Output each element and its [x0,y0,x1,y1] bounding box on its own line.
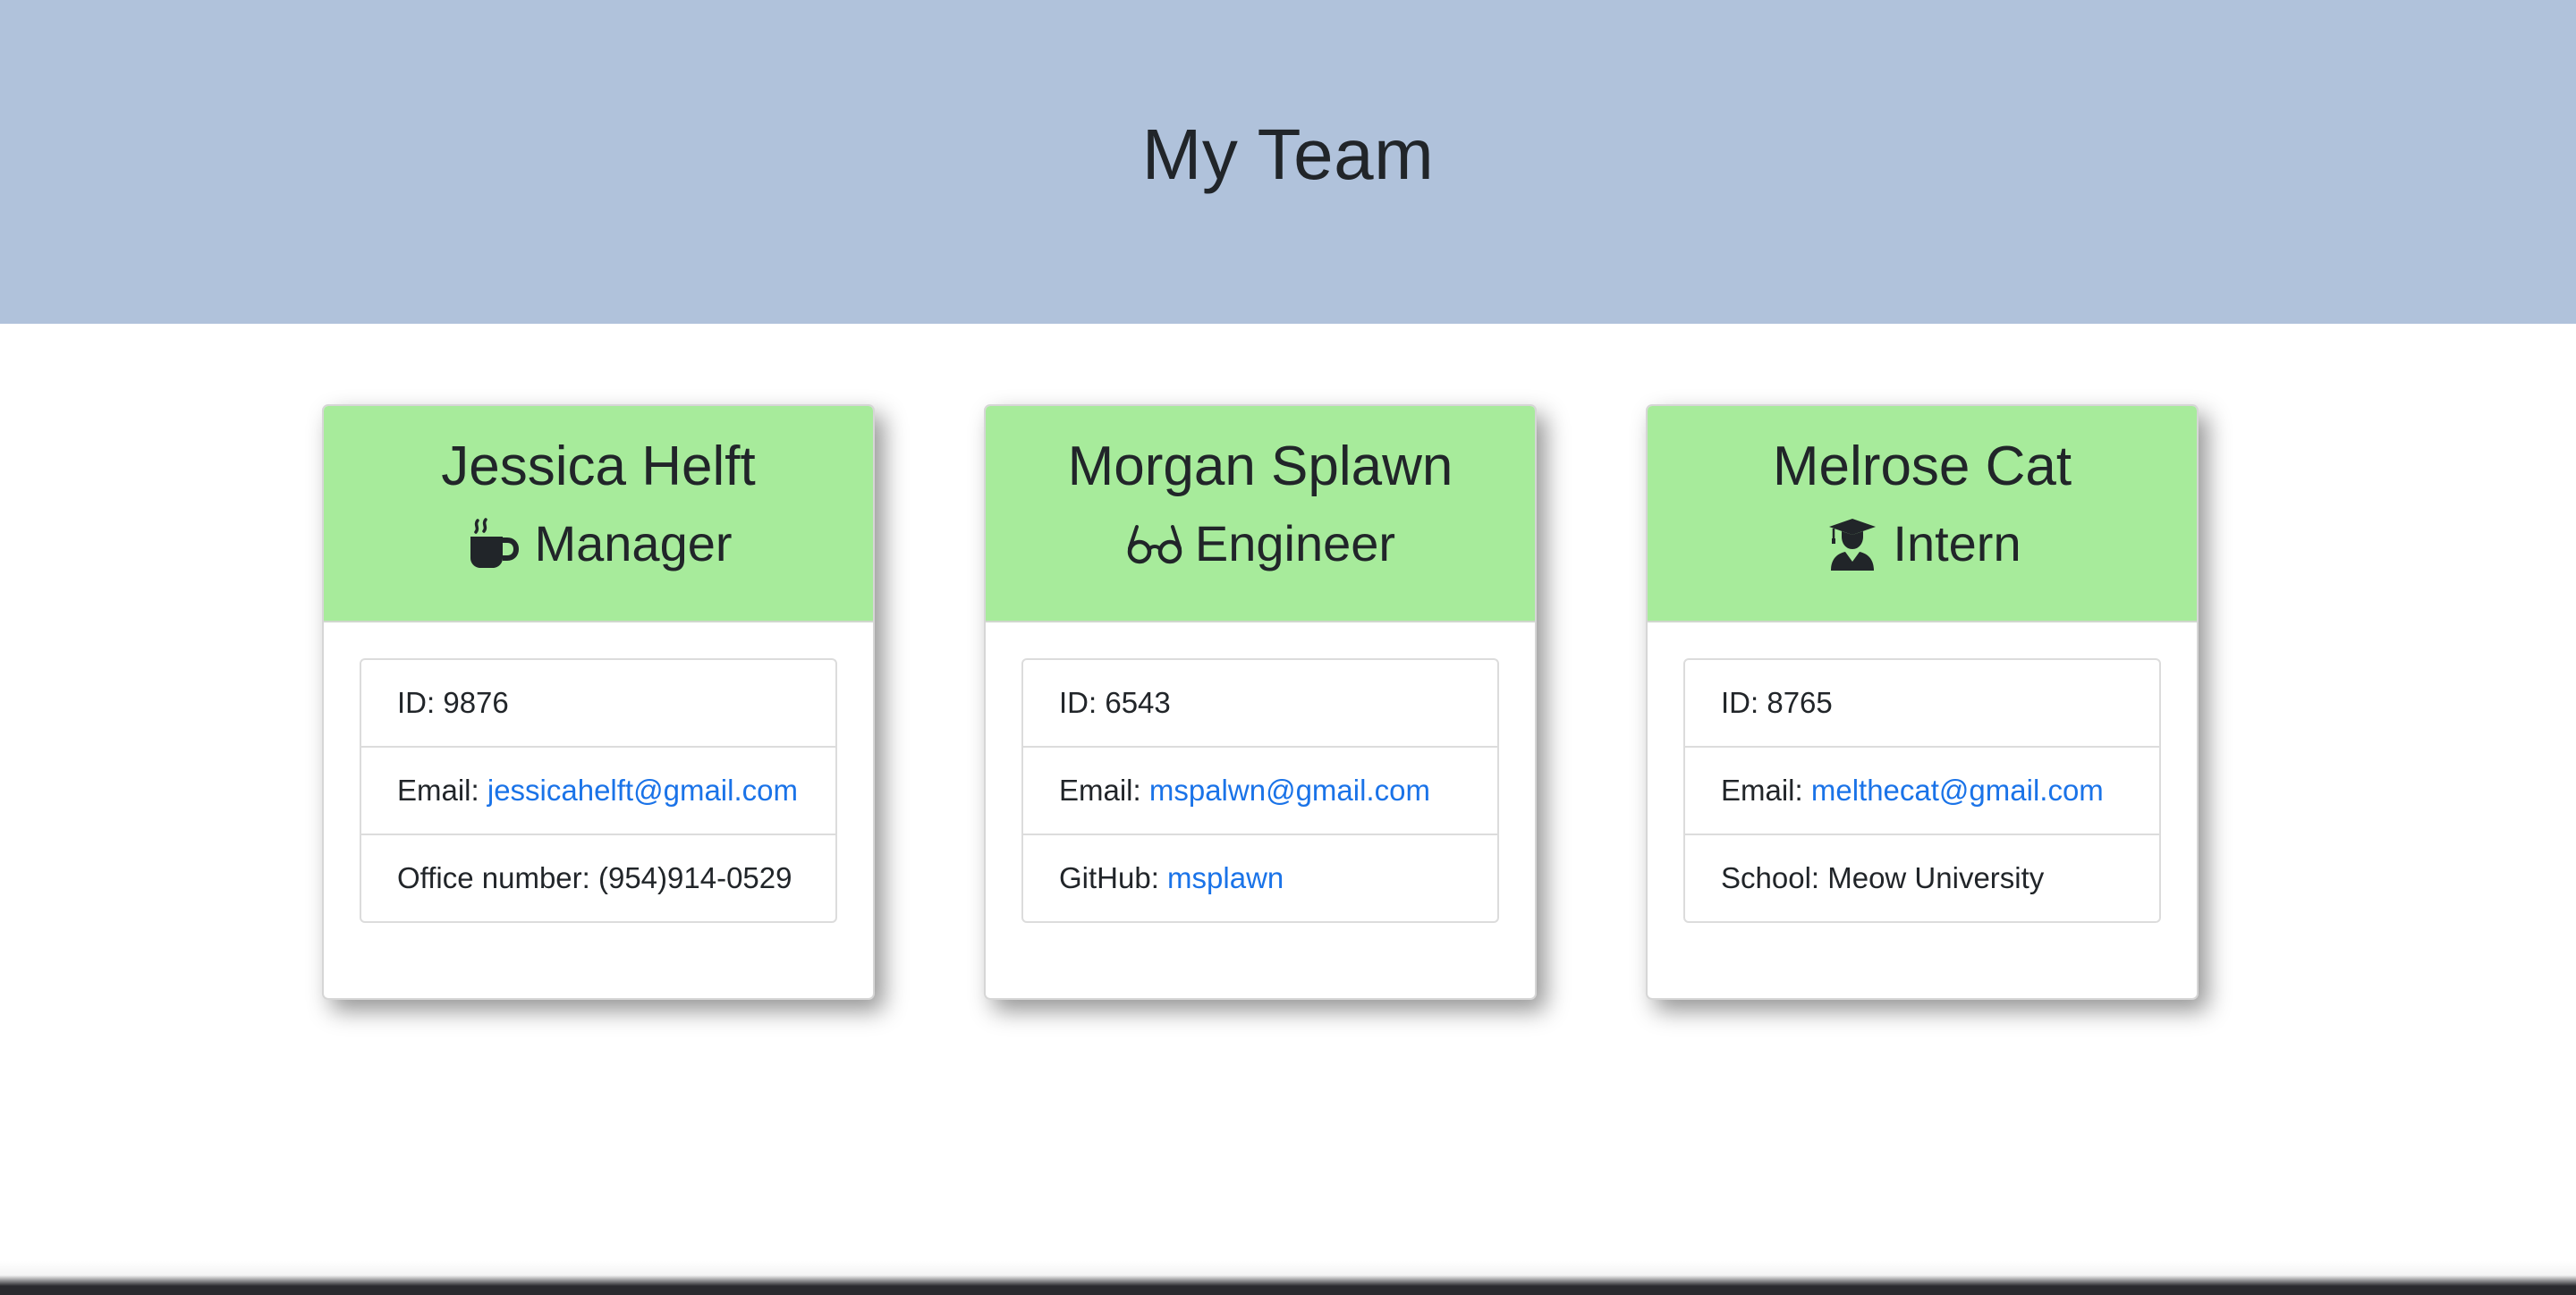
email-link[interactable]: mspalwn@gmail.com [1149,774,1430,807]
card-header: Jessica Helft Manager [324,406,873,622]
id-item: ID: 6543 [1023,660,1497,748]
employee-role: Engineer [986,513,1535,574]
github-item: GitHub: msplawn [1023,835,1497,921]
office-number-item: Office number: (954)914-0529 [397,861,792,894]
github-label: GitHub: [1059,861,1168,894]
employee-role: Manager [324,513,873,574]
card-header: Morgan Splawn Engineer [986,406,1535,622]
card-header: Melrose Cat Intern [1648,406,2197,622]
page-header: My Team [0,0,2576,324]
employee-name: Jessica Helft [441,436,756,497]
employee-name: Melrose Cat [1772,436,2072,497]
employee-card-engineer: Morgan Splawn Engineer ID: 6543 Email: m [984,404,1537,1000]
info-list: ID: 6543 Email: mspalwn@gmail.com GitHub… [1021,658,1499,923]
email-link[interactable]: jessicahelft@gmail.com [487,774,798,807]
employee-card-manager: Jessica Helft Manager ID: 9876 Email: je… [322,404,875,1000]
role-label: Engineer [1194,515,1396,571]
info-list: ID: 8765 Email: melthecat@gmail.com Scho… [1683,658,2161,923]
team-cards: Jessica Helft Manager ID: 9876 Email: je… [322,404,2200,1003]
role-label: Intern [1893,515,2021,571]
id-item: ID: 8765 [1685,660,2159,748]
card-body: ID: 6543 Email: mspalwn@gmail.com GitHub… [986,622,1535,959]
email-item: Email: melthecat@gmail.com [1685,748,2159,835]
employee-role: Intern [1648,513,2197,574]
page-title: My Team [1141,114,1435,194]
email-link[interactable]: melthecat@gmail.com [1811,774,2104,807]
school-item: School: Meow University [1721,861,2045,894]
glasses-icon [1125,514,1184,573]
graduate-icon [1823,514,1882,573]
email-item: Email: mspalwn@gmail.com [1023,748,1497,835]
info-list: ID: 9876 Email: jessicahelft@gmail.com O… [360,658,837,923]
employee-card-intern: Melrose Cat Intern ID: 8765 Email: melth [1646,404,2199,1000]
window-bottom-edge [0,1261,2576,1295]
email-label: Email: [397,774,487,807]
card-body: ID: 8765 Email: melthecat@gmail.com Scho… [1648,622,2197,959]
id-item: ID: 9876 [361,660,835,748]
email-item: Email: jessicahelft@gmail.com [361,748,835,835]
employee-name: Morgan Splawn [1067,436,1453,497]
role-label: Manager [534,515,733,571]
email-label: Email: [1721,774,1811,807]
card-body: ID: 9876 Email: jessicahelft@gmail.com O… [324,622,873,959]
github-link[interactable]: msplawn [1167,861,1284,894]
email-label: Email: [1059,774,1149,807]
coffee-mug-icon [464,514,523,573]
